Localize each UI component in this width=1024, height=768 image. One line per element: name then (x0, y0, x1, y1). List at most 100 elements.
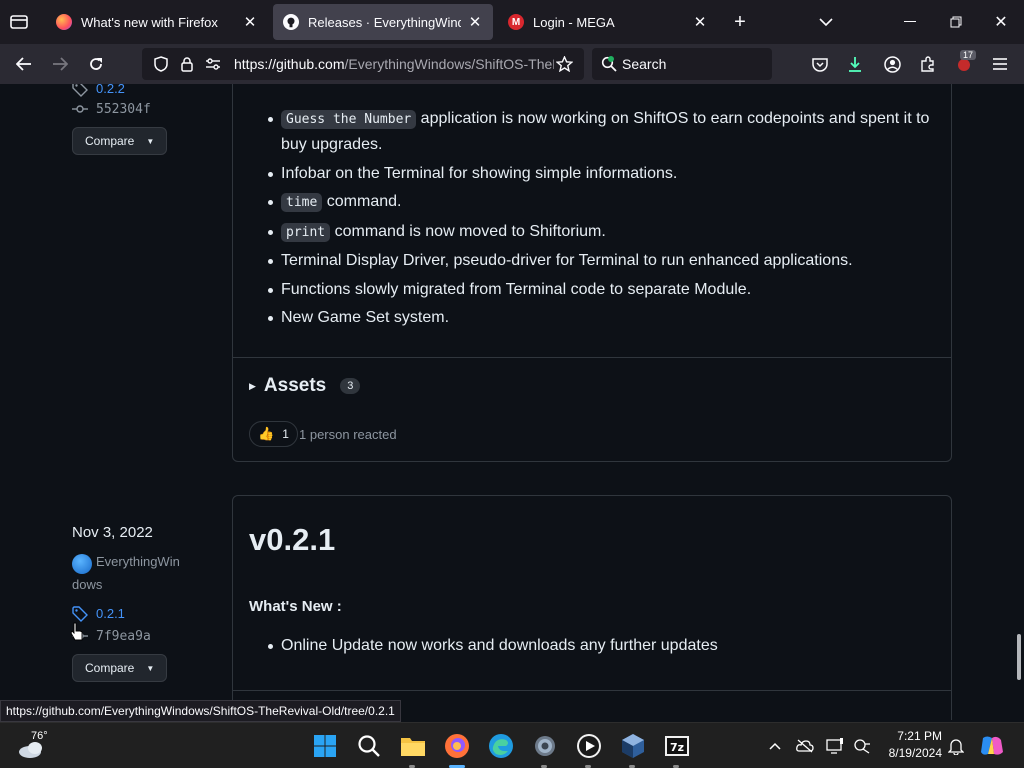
commit-hash-link[interactable]: 7f9ea9a (96, 629, 151, 644)
author-link-wrap[interactable]: dows (72, 577, 102, 592)
tab-title: Releases · EverythingWindows/ShiftOS-The… (308, 14, 461, 30)
link-status-tooltip: https://github.com/EverythingWindows/Shi… (0, 700, 401, 722)
page-content: 0.2.2 552304f Compare ▼ ▶ Assets 3 👍 1 1… (0, 84, 1024, 720)
commit-icon (72, 102, 88, 121)
reaction-summary: 1 person reacted (299, 427, 397, 442)
page-permissions-icon[interactable] (204, 55, 222, 73)
restore-window-icon[interactable] (946, 12, 966, 32)
release-notes-previous: Guess the Number application is now work… (265, 106, 935, 334)
list-item: Terminal Display Driver, pseudo-driver f… (265, 248, 935, 273)
reaction-button[interactable]: 👍 1 (249, 421, 298, 447)
close-tab-icon[interactable]: ✕ (242, 13, 258, 31)
search-bar[interactable]: Search (592, 48, 772, 80)
avatar[interactable] (72, 554, 92, 574)
copilot-icon[interactable] (978, 732, 1006, 760)
clock-date[interactable]: 8/19/2024 (880, 746, 942, 760)
tab-bar: What's new with Firefox ✕ Releases · Eve… (0, 0, 1024, 44)
onedrive-offline-icon[interactable] (791, 732, 819, 760)
bookmark-star-icon[interactable] (554, 55, 574, 73)
media-player-icon[interactable] (575, 732, 603, 760)
release-tag-link[interactable]: 0.2.2 (96, 84, 125, 96)
compare-label: Compare (85, 134, 135, 148)
svg-text:7z: 7z (670, 741, 684, 754)
extension-badge: 17 (960, 50, 977, 60)
tab-github-releases[interactable]: Releases · EverythingWindows/ShiftOS-The… (273, 4, 493, 40)
triangle-right-icon: ▶ (249, 380, 256, 391)
weather-widget[interactable]: 76° (18, 730, 68, 761)
windows-start-icon[interactable] (311, 732, 339, 760)
firefox-view-icon[interactable] (8, 12, 30, 32)
list-item-text: New Game Set system. (281, 309, 450, 326)
settings-gear-icon[interactable] (531, 732, 559, 760)
tab-firefox-whats-new[interactable]: What's new with Firefox ✕ (46, 4, 268, 40)
assets-toggle[interactable]: ▶ Assets 3 (249, 375, 361, 397)
scrollbar-thumb[interactable] (1017, 634, 1021, 680)
navigation-toolbar: https://github.com/EverythingWindows/Shi… (0, 44, 1024, 84)
tracking-protection-shield-icon[interactable] (152, 55, 170, 73)
virtualbox-icon[interactable] (619, 732, 647, 760)
release-tag-link[interactable]: 0.2.1 (96, 606, 125, 621)
divider (233, 357, 951, 358)
release-title[interactable]: v0.2.1 (249, 522, 335, 558)
url-text[interactable]: https://github.com/EverythingWindows/Shi… (234, 56, 554, 72)
assets-heading: Assets (263, 375, 327, 396)
tab-title: What's new with Firefox (81, 14, 218, 30)
firefox-icon[interactable] (443, 732, 471, 760)
account-icon[interactable] (882, 54, 902, 74)
list-item-text: Functions slowly migrated from Terminal … (281, 280, 752, 298)
tab-mega-login[interactable]: M Login - MEGA ✕ (498, 4, 718, 40)
list-item: Online Update now works and downloads an… (265, 633, 935, 658)
close-tab-icon[interactable]: ✕ (692, 13, 708, 31)
reload-icon[interactable] (86, 54, 106, 74)
section-heading: What's New : (249, 598, 342, 615)
extensions-puzzle-icon[interactable] (918, 54, 938, 74)
reaction-count: 1 (282, 427, 289, 441)
thumbs-up-icon: 👍 (258, 426, 275, 441)
back-arrow-icon[interactable] (14, 54, 34, 74)
url-path: /EverythingWindows/ShiftOS-TheRevival-Ol… (344, 56, 554, 72)
forward-arrow-icon[interactable] (50, 54, 70, 74)
network-icon[interactable] (848, 732, 876, 760)
pocket-icon[interactable] (810, 54, 830, 74)
inline-code: time (281, 193, 323, 212)
chevron-up-icon[interactable] (761, 732, 789, 760)
list-all-tabs-chevron-icon[interactable] (816, 12, 836, 32)
commit-hash-link[interactable]: 552304f (96, 102, 151, 117)
release-date: Nov 3, 2022 (72, 524, 153, 541)
clock-time[interactable]: 7:21 PM (896, 729, 942, 743)
close-window-icon[interactable]: ✕ (991, 12, 1011, 32)
7zip-icon[interactable]: 7z (663, 732, 691, 760)
notification-bell-icon[interactable] (942, 732, 970, 760)
lock-icon[interactable] (178, 55, 196, 73)
close-tab-icon[interactable]: ✕ (467, 13, 483, 31)
address-bar[interactable]: https://github.com/EverythingWindows/Shi… (142, 48, 584, 80)
list-item-text: command is now moved to Shiftorium. (330, 222, 606, 240)
search-icon[interactable] (355, 732, 383, 760)
inline-code: print (281, 222, 331, 242)
author-link[interactable]: EverythingWin (96, 554, 180, 569)
list-item-text: Online Update now works and downloads an… (281, 637, 718, 654)
display-monitor-icon[interactable] (821, 732, 849, 760)
caret-down-icon: ▼ (146, 663, 155, 673)
mega-icon: M (508, 14, 524, 30)
search-icon (600, 55, 618, 73)
github-icon (283, 14, 299, 30)
release-notes-current: Online Update now works and downloads an… (265, 633, 935, 662)
assets-count-badge: 3 (340, 378, 361, 394)
compare-button[interactable]: Compare ▼ (72, 654, 167, 682)
caret-down-icon: ▼ (146, 136, 155, 146)
list-item-text: Terminal Display Driver, pseudo-driver f… (281, 252, 853, 269)
compare-button[interactable]: Compare ▼ (72, 127, 167, 155)
edge-icon[interactable] (487, 732, 515, 760)
hamburger-menu-icon[interactable] (990, 54, 1010, 74)
new-tab-icon[interactable]: + (730, 11, 750, 33)
downloads-icon[interactable] (845, 54, 865, 74)
minimize-window-icon[interactable] (900, 12, 920, 32)
list-item: time command. (265, 189, 935, 215)
weather-temperature: 76° (31, 730, 48, 742)
list-item: Functions slowly migrated from Terminal … (265, 277, 935, 302)
file-explorer-icon[interactable] (399, 732, 427, 760)
list-item: New Game Set system. (265, 305, 935, 330)
list-item: print command is now moved to Shiftorium… (265, 219, 935, 245)
windows-taskbar: 76° 7z 7:21 PM 8/19/2024 (0, 722, 1024, 768)
